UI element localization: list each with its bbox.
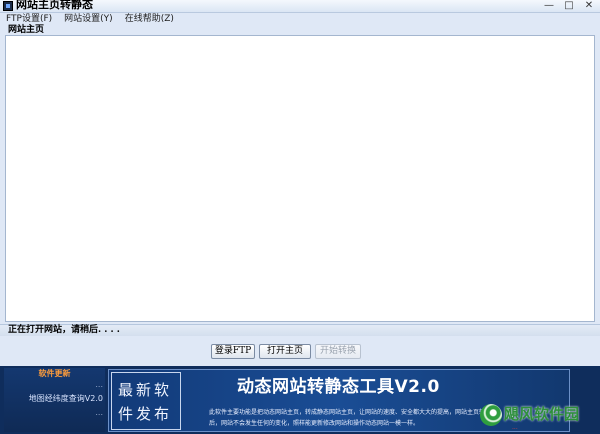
title-bar: 网站主页转静态 — □ ✕ xyxy=(0,0,600,13)
ad-description: 此软件主要功能是把动态网站主页，转成静态网站主页，让网站的速度、安全都大大的提高… xyxy=(209,409,492,427)
watermark-url: ... xyxy=(512,424,518,431)
menu-online-help[interactable]: 在线帮助(Z) xyxy=(125,14,174,26)
start-convert-button[interactable]: 开始转换 xyxy=(315,344,361,359)
software-update-item[interactable]: ... xyxy=(4,378,105,392)
app-icon xyxy=(3,1,13,11)
action-button-row: 登录FTP 打开主页 开始转换 xyxy=(0,337,600,365)
software-update-panel: 软件更新 ... 地图经纬度查询V2.0 ... xyxy=(4,368,105,432)
watermark-text: 飓风软件园 xyxy=(504,405,580,423)
minimize-button[interactable]: — xyxy=(540,0,558,12)
calligraphy-line: 件发布 xyxy=(118,405,173,423)
login-ftp-button[interactable]: 登录FTP xyxy=(211,344,255,359)
maximize-button[interactable]: □ xyxy=(560,0,578,12)
calligraphy-line: 最新软 xyxy=(118,381,173,399)
window-controls: — □ ✕ xyxy=(540,0,598,12)
software-update-list: ... 地图经纬度查询V2.0 ... xyxy=(4,378,105,420)
menu-bar: FTP设置(F) 网站设置(Y) 在线帮助(Z) xyxy=(0,14,600,26)
software-update-item[interactable]: ... xyxy=(4,406,105,420)
open-home-button[interactable]: 打开主页 xyxy=(259,344,311,359)
software-update-item[interactable]: 地图经纬度查询V2.0 xyxy=(4,392,105,406)
window-title: 网站主页转静态 xyxy=(16,0,93,11)
menu-site-settings[interactable]: 网站设置(Y) xyxy=(64,14,113,26)
ad-heading: 动态网站转静态工具V2.0 xyxy=(237,377,440,397)
site-watermark: 飓风软件园 ... xyxy=(478,402,600,434)
status-text: 正在打开网站，请稍后. . . . xyxy=(8,325,120,335)
close-button[interactable]: ✕ xyxy=(580,0,598,12)
new-release-calligraphy: 最新软 件发布 xyxy=(111,372,181,430)
swirl-logo-icon xyxy=(480,404,502,426)
browser-content-area[interactable] xyxy=(5,35,595,322)
status-bar: 正在打开网站，请稍后. . . . xyxy=(0,324,600,336)
